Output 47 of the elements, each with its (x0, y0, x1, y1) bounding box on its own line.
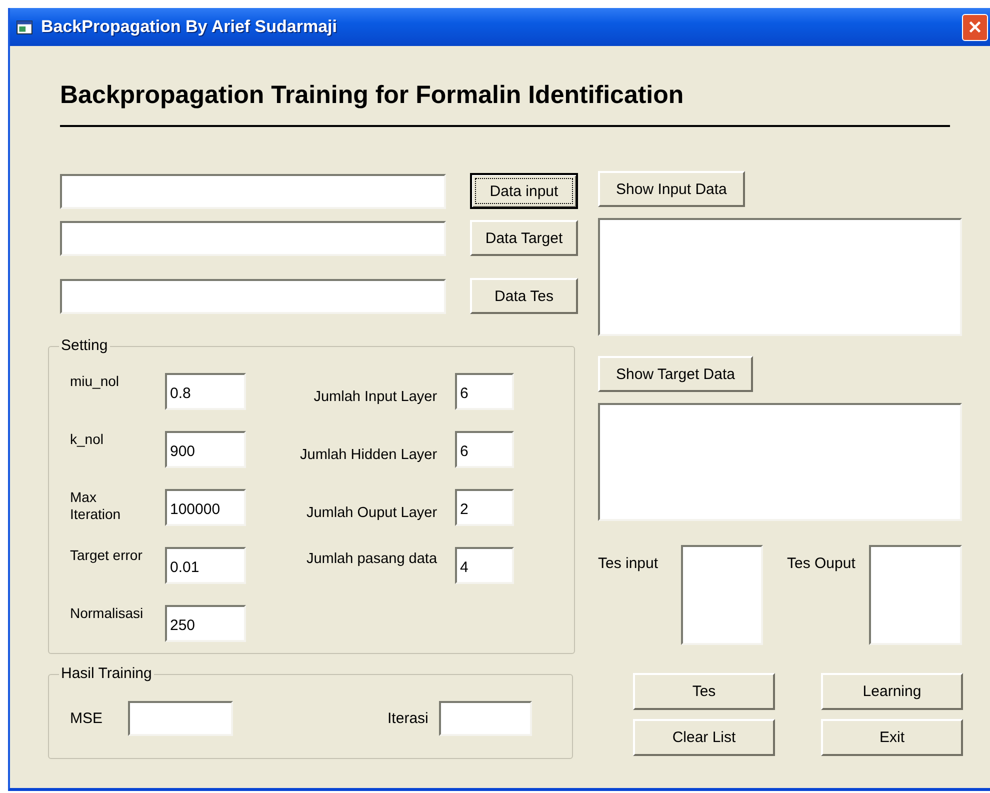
field-label: miu_nol (70, 373, 120, 391)
field-label: Jumlah Hidden Layer (300, 447, 438, 465)
file-button[interactable]: Data Target (470, 220, 578, 256)
input-field[interactable] (128, 701, 233, 736)
input-field[interactable]: 100000 (165, 489, 246, 526)
close-button[interactable] (962, 14, 988, 40)
list-box[interactable] (598, 218, 962, 336)
group-title: Setting (59, 337, 110, 355)
input-field[interactable] (60, 174, 446, 208)
input-field[interactable]: 250 (165, 605, 246, 642)
input-field[interactable] (60, 278, 446, 314)
list-label: Tes Ouput (787, 555, 856, 572)
input-field[interactable]: 900 (165, 431, 246, 468)
field-label: Max Iteration (70, 489, 122, 524)
form-heading: Backpropagation Training for Formalin Identification (60, 80, 685, 110)
input-field[interactable] (60, 220, 446, 256)
list-box[interactable] (869, 545, 962, 645)
field-label: Target error (70, 547, 144, 565)
list-label: Tes input (598, 555, 660, 572)
field-label: MSE (70, 710, 103, 727)
input-field[interactable]: 4 (455, 547, 514, 584)
field-label: Normalisasi (70, 605, 144, 623)
input-field[interactable]: 2 (455, 489, 514, 526)
input-field[interactable]: 0.8 (165, 373, 246, 410)
action-button[interactable]: Tes (633, 673, 775, 710)
file-button[interactable]: Data input (470, 173, 578, 209)
field-label: Iterasi (388, 710, 428, 727)
input-field[interactable]: 6 (455, 431, 514, 468)
close-icon (967, 19, 983, 35)
action-button[interactable]: Learning (821, 673, 963, 710)
list-box[interactable] (681, 545, 763, 645)
show-input-button[interactable]: Show Input Data (598, 171, 745, 207)
field-label: Jumlah pasang data (306, 550, 438, 569)
window-title: BackPropagation By Arief Sudarmaji (41, 17, 338, 37)
input-field[interactable] (439, 701, 532, 736)
show-target-button[interactable]: Show Target Data (598, 356, 753, 392)
field-label: Jumlah Ouput Layer (306, 505, 438, 523)
window-icon (16, 18, 33, 36)
input-field[interactable]: 0.01 (165, 547, 246, 584)
field-label: k_nol (70, 431, 104, 449)
input-field[interactable]: 6 (455, 373, 514, 410)
list-box[interactable] (598, 403, 962, 521)
field-label: Jumlah Input Layer (314, 389, 438, 407)
group-title: Hasil Training (59, 665, 154, 683)
action-button[interactable]: Exit (821, 719, 963, 756)
action-button[interactable]: Clear List (633, 719, 775, 756)
file-button[interactable]: Data Tes (470, 278, 578, 314)
